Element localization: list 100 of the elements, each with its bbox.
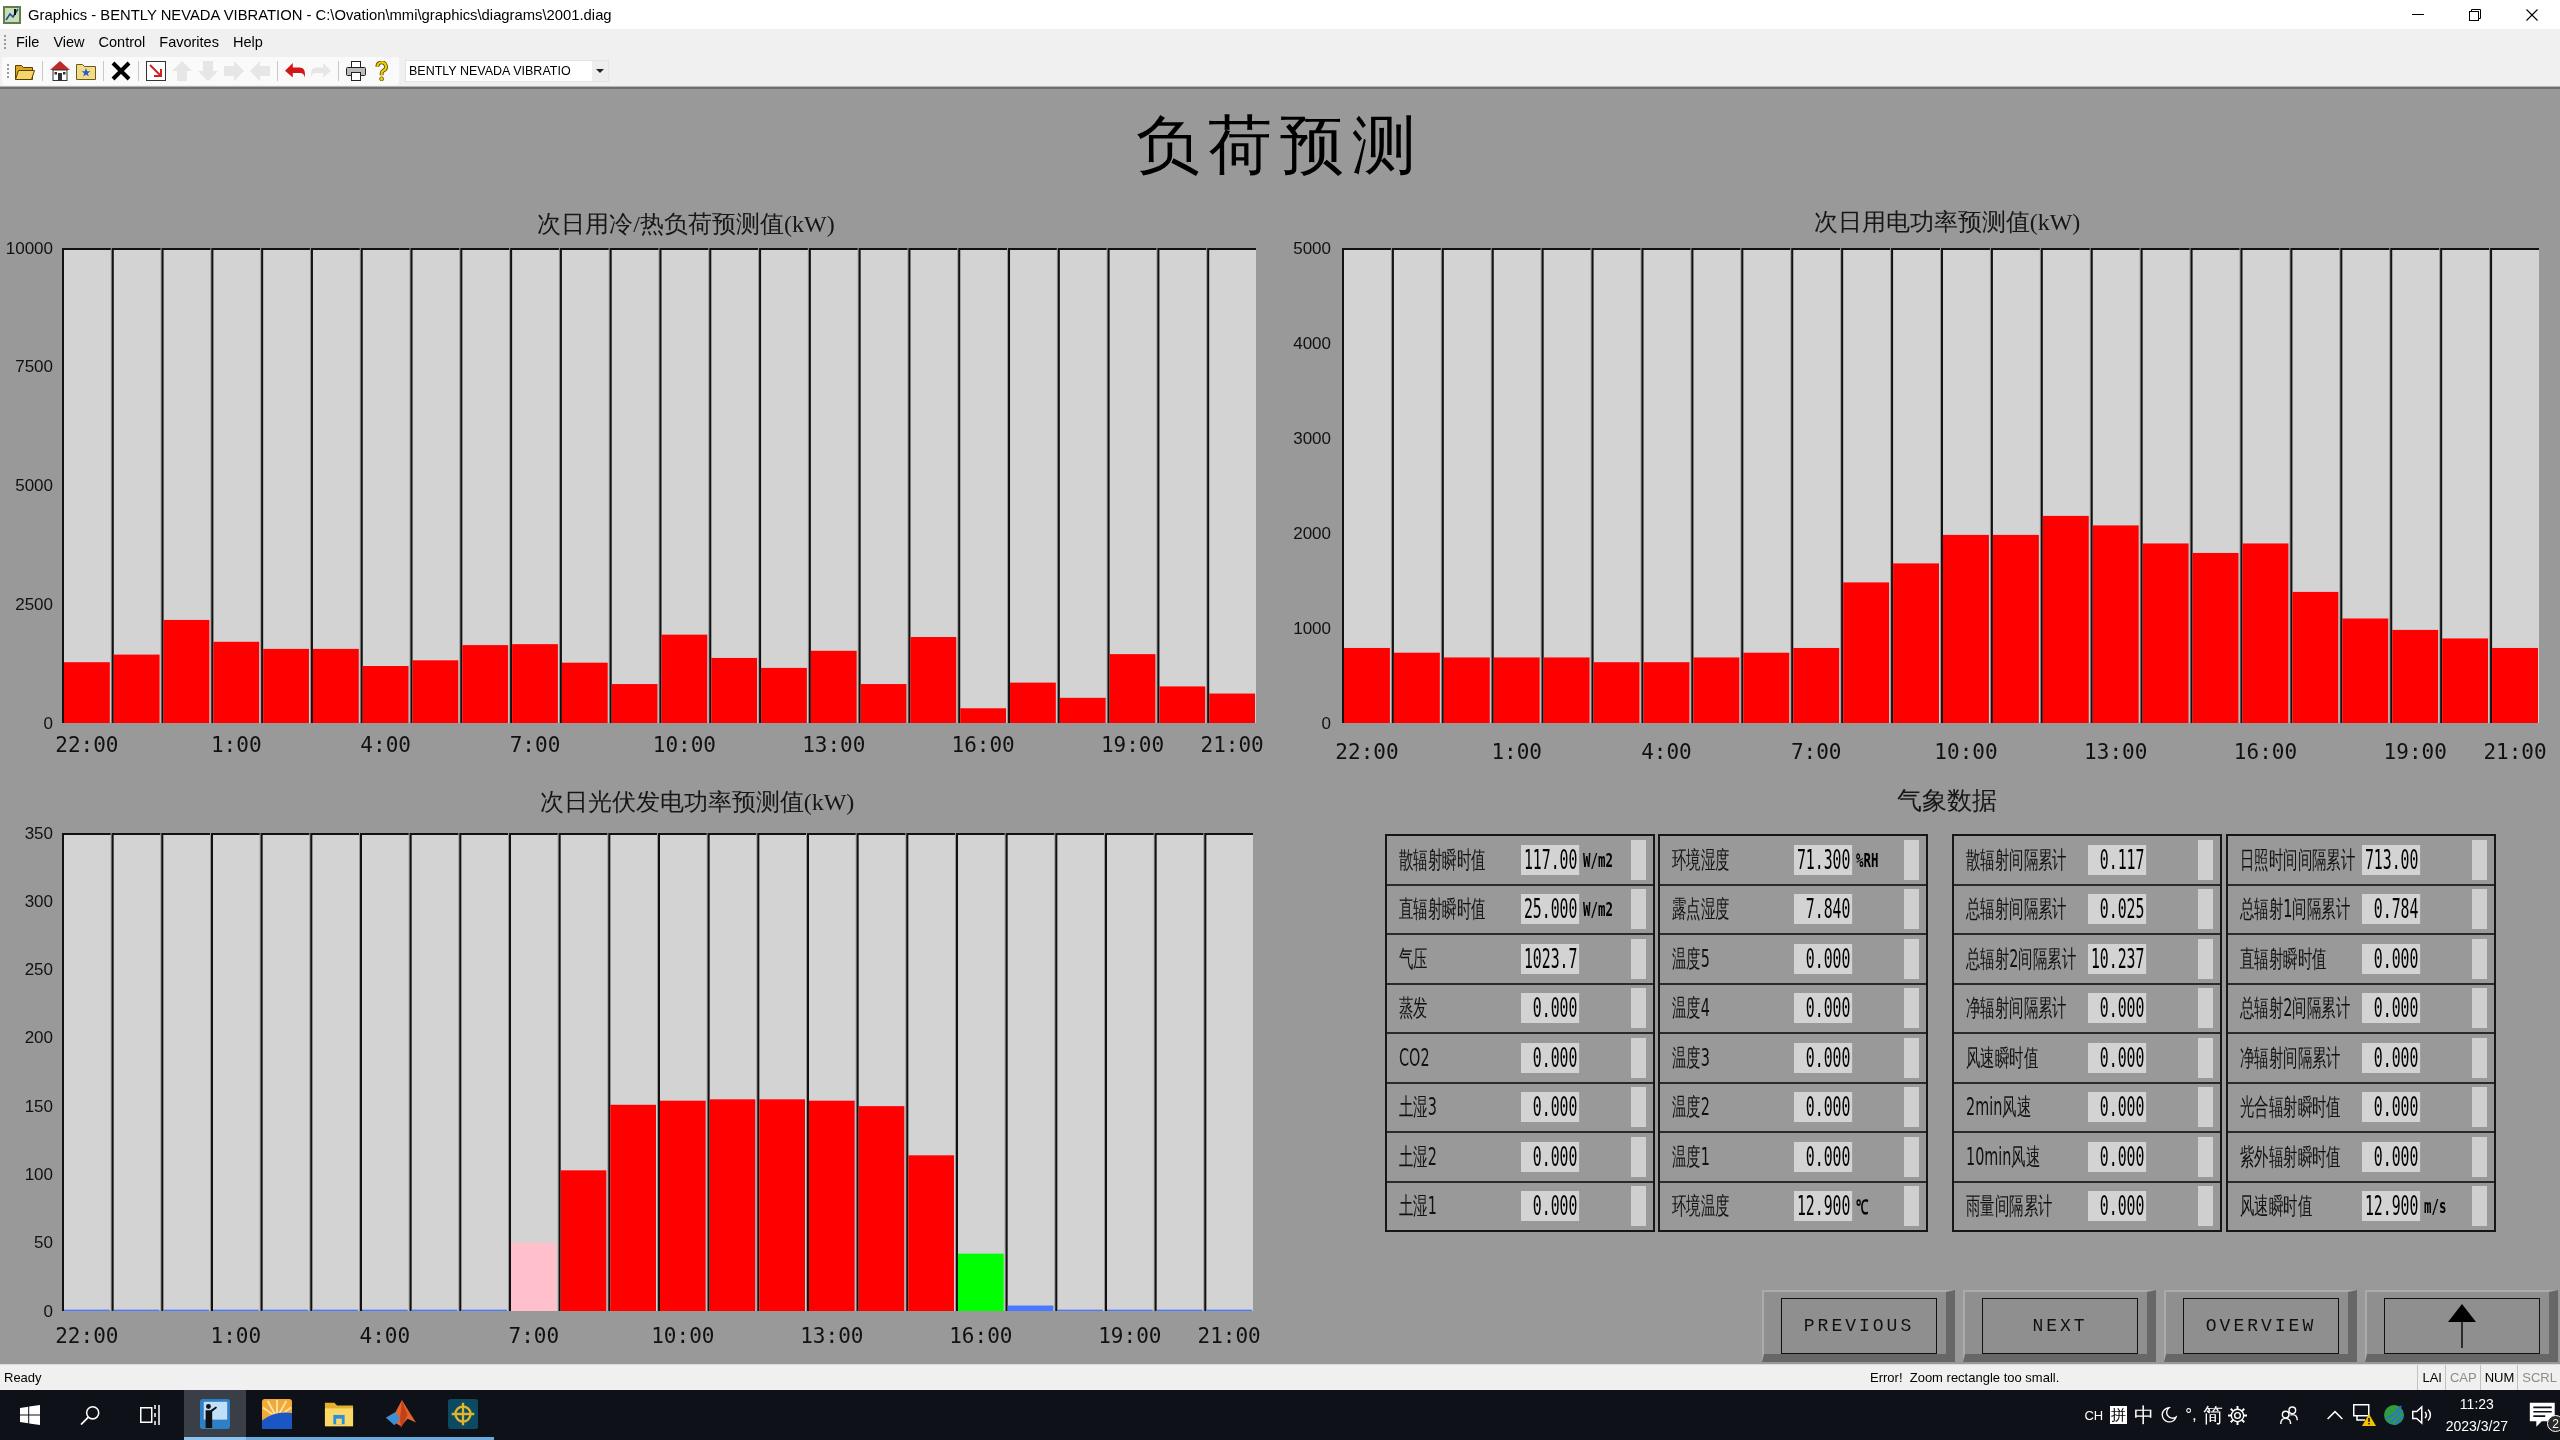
value-readout: 0.000 xyxy=(1521,1042,1580,1073)
task-view-icon xyxy=(140,1405,160,1425)
value-readout: 0.000 xyxy=(1794,1042,1853,1073)
crosshair-icon xyxy=(448,1398,478,1429)
globe-icon[interactable] xyxy=(2383,1405,2404,1425)
axis-tick-label: 10:00 xyxy=(652,733,716,757)
indicator-icon xyxy=(2198,839,2213,880)
value-readout: 0.000 xyxy=(1794,1092,1853,1123)
data-label: 温度5 xyxy=(1672,943,1710,975)
data-label: 温度2 xyxy=(1672,1092,1710,1124)
data-label: 温度1 xyxy=(1672,1141,1710,1173)
restore-icon xyxy=(2468,8,2481,21)
moon-icon[interactable] xyxy=(2161,1407,2178,1423)
indicator-icon xyxy=(2472,1136,2487,1177)
axis-tick-label: 100 xyxy=(24,1164,53,1184)
printer-icon xyxy=(346,60,366,81)
axis-tick-label: 16:00 xyxy=(951,733,1015,757)
nav-button[interactable]: OVERVIEW xyxy=(2164,1290,2357,1362)
menu-item[interactable]: Control xyxy=(91,31,153,53)
charset-indicator[interactable]: 简 xyxy=(2202,1401,2223,1429)
indicator-icon xyxy=(1904,938,1919,979)
bar xyxy=(761,667,807,723)
axis-tick-label: 1:00 xyxy=(211,733,262,757)
menu-item[interactable]: View xyxy=(46,31,92,53)
value-readout: 713.00 xyxy=(2362,844,2421,875)
settings-icon[interactable] xyxy=(2227,1405,2247,1425)
data-label: 风速瞬时值 xyxy=(1966,1042,2038,1074)
axis-tick-label: 19:00 xyxy=(2383,740,2447,764)
data-label: CO2 xyxy=(1399,1043,1430,1072)
bar xyxy=(64,662,110,723)
input-mode-indicator[interactable]: 中 xyxy=(2134,1401,2155,1429)
data-label: 2min风速 xyxy=(1966,1092,2032,1124)
bar xyxy=(1593,662,1640,723)
bar xyxy=(1493,657,1540,723)
axis-tick-label: 22:00 xyxy=(55,1324,119,1348)
bar xyxy=(1743,652,1790,723)
value-readout: 71.300 xyxy=(1794,844,1853,875)
axis-tick-label: 4000 xyxy=(1293,333,1331,353)
data-label: 总辐射2间隔累计 xyxy=(1966,943,2076,975)
people-icon[interactable] xyxy=(2279,1405,2298,1425)
punctuation-indicator[interactable]: °, xyxy=(2185,1405,2197,1425)
unit-label: %RH xyxy=(1856,847,1879,872)
taskbar-app[interactable] xyxy=(184,1390,246,1440)
value-readout: 0.000 xyxy=(1794,943,1853,974)
up-button[interactable] xyxy=(2365,1290,2558,1362)
indicator-icon xyxy=(2198,1136,2213,1177)
axis-tick-label: 3000 xyxy=(1293,428,1331,448)
value-readout: 0.000 xyxy=(1794,1141,1853,1172)
bar xyxy=(958,1253,1004,1311)
cross-icon xyxy=(111,60,131,81)
axis-tick-label: 7:00 xyxy=(508,1324,560,1348)
data-label: 散辐射间隔累计 xyxy=(1966,844,2067,876)
value-readout: 0.000 xyxy=(1521,1141,1580,1172)
bar xyxy=(611,684,658,723)
menu-item[interactable]: File xyxy=(9,31,47,53)
unit-label: ℃ xyxy=(1856,1193,1869,1220)
network-warning-icon[interactable] xyxy=(2352,1404,2376,1426)
axis-tick-label: 21:00 xyxy=(1200,733,1264,757)
notification-icon[interactable] xyxy=(2529,1402,2555,1428)
chart-title: 次日光伏发电功率预测值(kW) xyxy=(539,789,855,815)
menu-item[interactable]: Help xyxy=(225,31,270,53)
axis-tick-label: 10:00 xyxy=(651,1324,715,1348)
axis-tick-label: 10:00 xyxy=(1934,740,1998,764)
sunrise-icon xyxy=(262,1398,292,1429)
unit-label: W/m2 xyxy=(1583,847,1613,872)
data-label: 净辐射间隔累计 xyxy=(2240,1042,2341,1074)
nav-button[interactable]: PREVIOUS xyxy=(1762,1290,1955,1362)
language-indicator[interactable]: CH xyxy=(2084,1407,2104,1423)
value-readout: 25.000 xyxy=(1521,894,1580,925)
value-readout: 0.000 xyxy=(2362,1141,2421,1172)
value-readout: 0.000 xyxy=(2088,993,2147,1024)
menu-item[interactable]: Favorites xyxy=(152,31,226,53)
unit-label: m/s xyxy=(2424,1194,2447,1219)
value-readout: 0.000 xyxy=(1521,993,1580,1024)
indicator-icon xyxy=(2472,988,2487,1029)
axis-tick-label: 200 xyxy=(24,1028,53,1048)
data-label: 土湿2 xyxy=(1399,1141,1437,1173)
axis-tick-label: 1:00 xyxy=(210,1324,262,1348)
bar xyxy=(362,666,409,723)
axis-tick-label: 19:00 xyxy=(1098,1324,1162,1348)
axis-tick-label: 0 xyxy=(43,1301,53,1321)
data-label: 温度4 xyxy=(1672,993,1710,1025)
diagram-dropdown[interactable]: BENTLY NEVADA VIBRATIO xyxy=(405,59,609,82)
indicator-icon xyxy=(2472,839,2487,880)
ime-mode-indicator[interactable]: 拼 xyxy=(2110,1406,2128,1424)
value-readout: 0.000 xyxy=(2088,1141,2147,1172)
indicator-icon xyxy=(2198,938,2213,979)
chevron-up-icon[interactable] xyxy=(2326,1410,2343,1420)
axis-tick-label: 5000 xyxy=(1293,238,1331,258)
speaker-icon[interactable] xyxy=(2411,1405,2432,1425)
axis-tick-label: 4:00 xyxy=(1641,740,1692,764)
clock[interactable]: 11:23 2023/3/27 xyxy=(2445,1393,2508,1437)
axis-tick-label: 7:00 xyxy=(509,733,561,757)
bar xyxy=(412,660,459,723)
windows-logo-icon xyxy=(20,1405,40,1425)
window-title: Graphics - BENTLY NEVADA VIBRATION - C:\Ovation\mmi\graphics\diagrams\2001.diag xyxy=(28,6,613,23)
nav-button[interactable]: NEXT xyxy=(1963,1290,2156,1362)
bar xyxy=(1393,652,1440,723)
value-readout: 12.900 xyxy=(1794,1191,1853,1222)
data-label: 日照时间间隔累计 xyxy=(2240,844,2356,876)
